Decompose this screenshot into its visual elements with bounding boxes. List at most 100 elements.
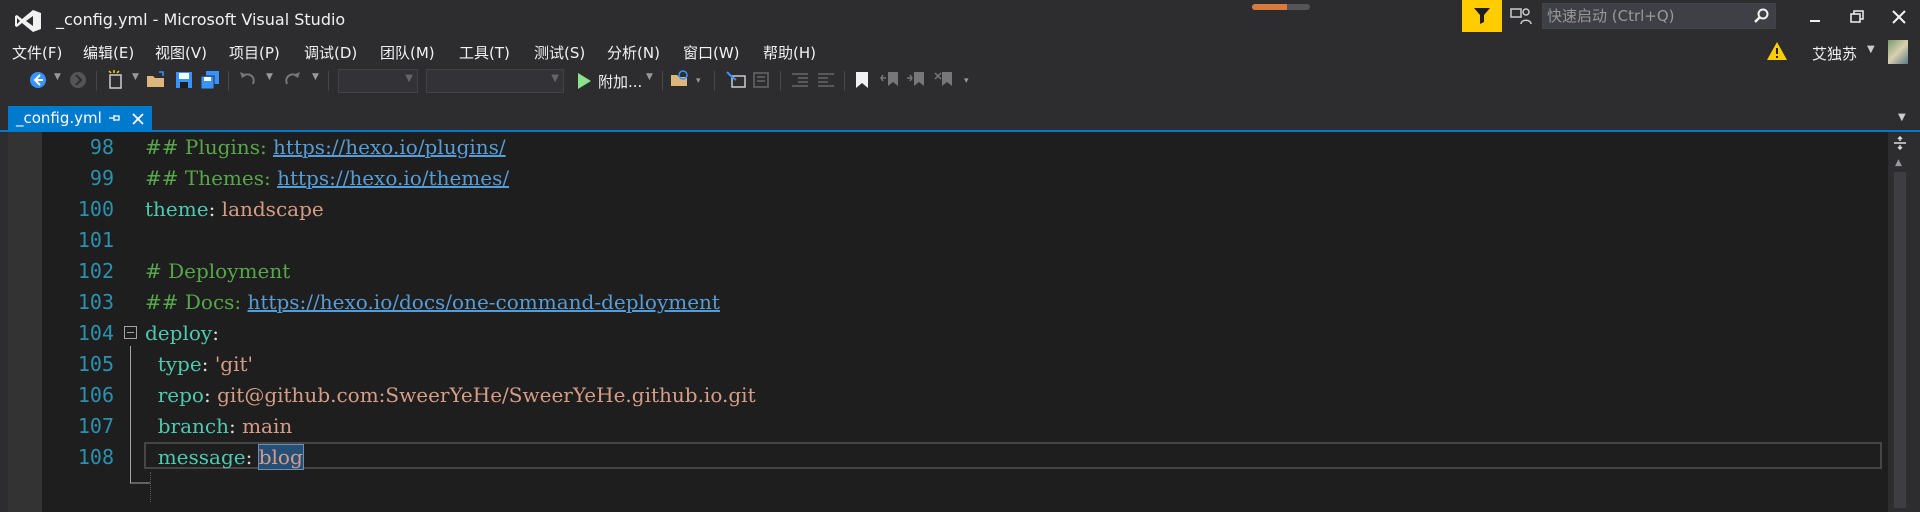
token-punc: : [245, 445, 259, 469]
open-file-icon[interactable] [146, 70, 166, 90]
increase-indent-icon[interactable] [816, 70, 836, 90]
token-val: main [242, 414, 293, 438]
toolbar-separator [714, 71, 715, 91]
code-text: type: 'git' [145, 352, 253, 376]
token-punc: : [228, 414, 243, 438]
code-text: message: blog [145, 444, 304, 470]
chevron-down-icon[interactable]: ▼ [1867, 44, 1875, 55]
menu-edit[interactable]: 编辑(E) [83, 42, 134, 63]
token-val: landscape [221, 197, 324, 221]
properties-icon[interactable] [752, 70, 772, 90]
solution-explorer-icon[interactable] [726, 70, 746, 90]
token-link[interactable]: https://hexo.io/docs/one-command-deploym… [248, 290, 720, 314]
redo-dropdown-icon[interactable]: ▼ [312, 72, 319, 82]
new-dropdown-icon[interactable]: ▼ [132, 72, 139, 82]
account-name[interactable]: 艾独苏 [1812, 43, 1857, 64]
avatar[interactable] [1888, 40, 1908, 64]
toolbar-options-icon[interactable]: ▾ [964, 76, 969, 86]
toolbar-separator [662, 71, 663, 91]
menu-project[interactable]: 项目(P) [229, 42, 280, 63]
pin-icon[interactable] [108, 112, 120, 124]
code-editor[interactable]: 98 ## Plugins: https://hexo.io/plugins/99… [8, 132, 1888, 512]
attach-dropdown-icon[interactable]: ▼ [646, 72, 653, 82]
line-number: 105 [77, 352, 114, 376]
restore-button[interactable] [1842, 4, 1872, 30]
menu-debug[interactable]: 调试(D) [304, 42, 357, 63]
code-line[interactable]: 105 type: 'git' [8, 349, 1888, 380]
next-bookmark-icon[interactable] [906, 70, 926, 90]
token-punc [145, 445, 158, 469]
forward-icon[interactable] [68, 70, 88, 90]
decrease-indent-icon[interactable] [790, 70, 810, 90]
solution-configuration-combo[interactable]: ▼ [338, 69, 418, 93]
menu-analyze[interactable]: 分析(N) [607, 42, 660, 63]
background-progress-bar [1252, 4, 1310, 10]
code-text: # Deployment [145, 259, 290, 283]
close-button[interactable] [1884, 4, 1914, 30]
redo-icon[interactable] [282, 70, 302, 90]
menu-file[interactable]: 文件(F) [12, 42, 62, 63]
menu-window[interactable]: 窗口(W) [683, 42, 740, 63]
close-icon[interactable] [132, 113, 144, 125]
warning-icon[interactable] [1766, 41, 1788, 61]
notifications-button[interactable] [1462, 0, 1502, 32]
token-link[interactable]: https://hexo.io/plugins/ [273, 135, 506, 159]
chevron-down-icon[interactable]: ▼ [1898, 112, 1906, 123]
save-icon[interactable] [174, 70, 194, 90]
code-text: ## Themes: https://hexo.io/themes/ [145, 166, 509, 190]
feedback-icon[interactable] [1510, 6, 1532, 26]
line-number: 106 [77, 383, 114, 407]
solution-platform-combo[interactable]: ▼ [426, 69, 564, 93]
code-line[interactable]: 106 repo: git@github.com:SweerYeHe/Sweer… [8, 380, 1888, 411]
find-in-files-icon[interactable] [670, 70, 690, 90]
attach-button[interactable]: 附加... [598, 71, 642, 92]
split-window-icon[interactable] [1893, 136, 1907, 150]
vertical-scrollbar[interactable]: ▲ [1888, 132, 1912, 512]
undo-dropdown-icon[interactable]: ▼ [266, 72, 273, 82]
previous-bookmark-icon[interactable] [880, 70, 900, 90]
code-line[interactable]: 103 ## Docs: https://hexo.io/docs/one-com… [8, 287, 1888, 318]
minimize-button[interactable] [1800, 4, 1830, 30]
save-all-icon[interactable] [200, 70, 220, 90]
token-link[interactable]: https://hexo.io/themes/ [277, 166, 509, 190]
toolbar-separator [228, 71, 229, 91]
token-key: branch [157, 414, 229, 438]
new-project-icon[interactable] [106, 70, 126, 90]
title-bar: _config.yml - Microsoft Visual Studio [0, 0, 1920, 40]
code-line[interactable]: 107 branch: main [8, 411, 1888, 442]
code-line[interactable]: 102 # Deployment [8, 256, 1888, 287]
back-dropdown-icon[interactable]: ▼ [54, 72, 61, 82]
code-line[interactable]: 99 ## Themes: https://hexo.io/themes/ [8, 163, 1888, 194]
quick-launch-box[interactable] [1542, 3, 1776, 29]
back-icon[interactable] [28, 70, 48, 90]
collapse-toggle-icon[interactable] [124, 326, 137, 339]
scrollbar-thumb[interactable] [1894, 172, 1906, 508]
chevron-down-icon: ▼ [405, 73, 413, 84]
quick-launch-input[interactable] [1547, 6, 1747, 26]
token-key: type [157, 352, 202, 376]
search-icon[interactable] [1753, 8, 1769, 24]
code-line[interactable]: 100 theme: landscape [8, 194, 1888, 225]
menu-view[interactable]: 视图(V) [155, 42, 207, 63]
overflow-icon[interactable]: ▾ [696, 76, 701, 86]
toolbar-separator [844, 71, 845, 91]
restore-icon [1850, 10, 1864, 23]
menu-tools[interactable]: 工具(T) [459, 42, 510, 63]
window-title: _config.yml - Microsoft Visual Studio [56, 10, 346, 29]
undo-icon[interactable] [238, 70, 258, 90]
clear-bookmarks-icon[interactable] [934, 70, 954, 90]
token-comment: # Deployment [145, 259, 291, 283]
scroll-up-arrow-icon[interactable]: ▲ [1895, 158, 1902, 168]
code-line[interactable]: 98 ## Plugins: https://hexo.io/plugins/ [8, 132, 1888, 163]
menu-team[interactable]: 团队(M) [380, 42, 435, 63]
token-punc [145, 383, 158, 407]
start-icon[interactable] [574, 71, 594, 91]
bookmark-icon[interactable] [852, 70, 872, 90]
tab-config-yml[interactable]: _config.yml [8, 106, 152, 132]
code-line[interactable]: 104 deploy: [8, 318, 1888, 349]
code-line[interactable]: 108 message: blog [8, 442, 1888, 473]
code-line[interactable]: 101 [8, 225, 1888, 256]
token-comment: ## Themes: [145, 166, 278, 190]
menu-help[interactable]: 帮助(H) [763, 42, 816, 63]
menu-test[interactable]: 测试(S) [534, 42, 585, 63]
